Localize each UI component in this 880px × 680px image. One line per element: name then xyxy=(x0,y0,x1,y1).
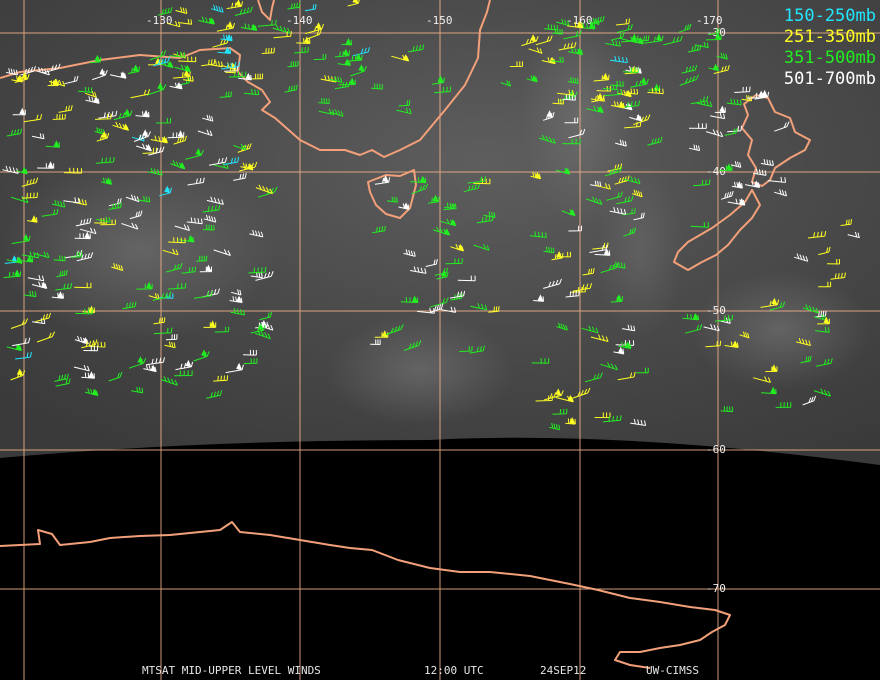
time-label: 12:00 UTC xyxy=(424,664,484,677)
date-label: 24SEP12 xyxy=(540,664,587,677)
lat-label: -50 xyxy=(706,304,726,317)
legend-item-351-500mb: 351-500mb xyxy=(783,48,876,68)
legend-item-251-350mb: 251-350mb xyxy=(783,27,876,47)
image-caption: MTSAT MID-UPPER LEVEL WINDS 12:00 UTC 24… xyxy=(0,664,880,678)
legend-item-150-250mb: 150-250mb xyxy=(783,6,876,26)
pressure-legend: 150-250mb 251-350mb 351-500mb 501-700mb xyxy=(784,6,876,90)
lon-label: -140 xyxy=(286,14,313,27)
source-label: UW-CIMSS xyxy=(646,664,699,677)
lat-label: -70 xyxy=(706,582,726,595)
product-title: MTSAT MID-UPPER LEVEL WINDS xyxy=(142,664,321,677)
antarctica-coast xyxy=(0,521,731,669)
legend-item-501-700mb: 501-700mb xyxy=(783,69,876,89)
satellite-wind-map: -130 -140 -150 -160 -170 -30 -40 -50 -60… xyxy=(0,0,880,680)
lat-label: -40 xyxy=(706,165,726,178)
lon-label: -150 xyxy=(426,14,453,27)
lat-label: -60 xyxy=(706,443,726,456)
lon-label: -130 xyxy=(146,14,173,27)
map-canvas: -130 -140 -150 -160 -170 -30 -40 -50 -60… xyxy=(0,0,880,680)
